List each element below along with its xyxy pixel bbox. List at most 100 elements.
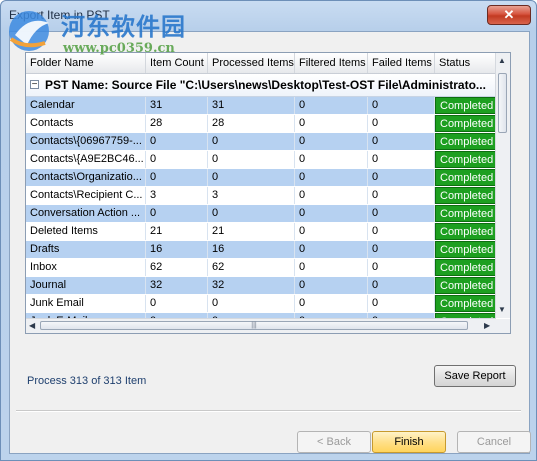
- cell-folder-name: Calendar: [26, 97, 146, 114]
- cell-item-count: 31: [146, 97, 208, 114]
- table-body: Calendar 31 31 0 0 Completed Contacts 28 28 0 0 Com…: [26, 97, 496, 331]
- table-row[interactable]: Drafts 16 16 0 0 Completed: [26, 241, 496, 259]
- wizard-footer: < Back Finish Cancel: [10, 420, 531, 453]
- cell-processed-items: 0: [208, 151, 295, 168]
- progress-status-text: Process 313 of 313 Item: [27, 375, 147, 387]
- cell-status: Completed: [435, 187, 496, 204]
- cell-filtered-items: 0: [295, 259, 368, 276]
- cancel-button[interactable]: Cancel: [457, 431, 531, 453]
- cell-filtered-items: 0: [295, 151, 368, 168]
- cell-folder-name: Junk Email: [26, 295, 146, 312]
- cell-filtered-items: 0: [295, 205, 368, 222]
- table-row[interactable]: Conversation Action ... 0 0 0 0 Completed: [26, 205, 496, 223]
- cell-failed-items: 0: [368, 277, 435, 294]
- cell-item-count: 32: [146, 277, 208, 294]
- watermark-logo-icon: [9, 11, 49, 51]
- cell-filtered-items: 0: [295, 241, 368, 258]
- table-row[interactable]: Junk Email 0 0 0 0 Completed: [26, 295, 496, 313]
- cell-status: Completed: [435, 151, 496, 168]
- cell-status: Completed: [435, 277, 496, 294]
- folder-grid: Folder Name Item Count Processed Items F…: [25, 52, 511, 334]
- dialog-client-area: Folder Name Item Count Processed Items F…: [9, 31, 531, 454]
- cell-item-count: 0: [146, 151, 208, 168]
- cell-filtered-items: 0: [295, 277, 368, 294]
- cell-item-count: 0: [146, 169, 208, 186]
- separator: [16, 410, 521, 412]
- cell-processed-items: 21: [208, 223, 295, 240]
- cell-folder-name: Conversation Action ...: [26, 205, 146, 222]
- cell-status: Completed: [435, 115, 496, 132]
- cell-filtered-items: 0: [295, 295, 368, 312]
- cell-processed-items: 16: [208, 241, 295, 258]
- cell-failed-items: 0: [368, 97, 435, 114]
- table-row[interactable]: Calendar 31 31 0 0 Completed: [26, 97, 496, 115]
- cell-item-count: 0: [146, 295, 208, 312]
- cell-folder-name: Contacts\Recipient C...: [26, 187, 146, 204]
- cell-failed-items: 0: [368, 169, 435, 186]
- table-row[interactable]: Contacts\{06967759-... 0 0 0 0 Completed: [26, 133, 496, 151]
- cell-status: Completed: [435, 169, 496, 186]
- column-header-filtered-items[interactable]: Filtered Items: [295, 53, 368, 73]
- horizontal-scrollbar[interactable]: ◀ ||| ▶: [26, 318, 496, 333]
- save-report-button[interactable]: Save Report: [434, 365, 516, 387]
- cell-failed-items: 0: [368, 205, 435, 222]
- table-row[interactable]: Inbox 62 62 0 0 Completed: [26, 259, 496, 277]
- cell-filtered-items: 0: [295, 115, 368, 132]
- cell-filtered-items: 0: [295, 223, 368, 240]
- column-header-status[interactable]: Status: [435, 53, 496, 73]
- cell-filtered-items: 0: [295, 187, 368, 204]
- cell-folder-name: Contacts\{A9E2BC46...: [26, 151, 146, 168]
- finish-button[interactable]: Finish: [372, 431, 446, 453]
- cell-folder-name: Journal: [26, 277, 146, 294]
- table-row[interactable]: Journal 32 32 0 0 Completed: [26, 277, 496, 295]
- cell-failed-items: 0: [368, 187, 435, 204]
- cell-filtered-items: 0: [295, 169, 368, 186]
- cell-folder-name: Deleted Items: [26, 223, 146, 240]
- column-header-failed-items[interactable]: Failed Items: [368, 53, 435, 73]
- scroll-right-icon[interactable]: ▶: [484, 321, 490, 330]
- cell-status: Completed: [435, 133, 496, 150]
- cell-failed-items: 0: [368, 133, 435, 150]
- table-row[interactable]: Contacts 28 28 0 0 Completed: [26, 115, 496, 133]
- cell-processed-items: 0: [208, 169, 295, 186]
- cell-item-count: 62: [146, 259, 208, 276]
- cell-processed-items: 32: [208, 277, 295, 294]
- table-row[interactable]: Contacts\Recipient C... 3 3 0 0 Completed: [26, 187, 496, 205]
- cell-item-count: 16: [146, 241, 208, 258]
- scroll-down-icon[interactable]: ▼: [498, 305, 506, 314]
- scroll-corner: [496, 319, 510, 333]
- cell-failed-items: 0: [368, 241, 435, 258]
- table-row[interactable]: Deleted Items 21 21 0 0 Completed: [26, 223, 496, 241]
- cell-folder-name: Contacts\{06967759-...: [26, 133, 146, 150]
- group-row[interactable]: − PST Name: Source File "C:\Users\news\D…: [26, 74, 496, 97]
- cell-folder-name: Contacts\Organizatio...: [26, 169, 146, 186]
- cell-item-count: 0: [146, 133, 208, 150]
- vertical-scroll-thumb[interactable]: [498, 73, 507, 133]
- cell-processed-items: 0: [208, 205, 295, 222]
- cell-failed-items: 0: [368, 115, 435, 132]
- cell-folder-name: Contacts: [26, 115, 146, 132]
- scroll-left-icon[interactable]: ◀: [29, 321, 35, 330]
- collapse-toggle-icon[interactable]: −: [30, 80, 39, 90]
- cell-processed-items: 62: [208, 259, 295, 276]
- cell-failed-items: 0: [368, 151, 435, 168]
- cell-item-count: 0: [146, 205, 208, 222]
- cell-folder-name: Drafts: [26, 241, 146, 258]
- close-button[interactable]: ✕: [487, 5, 531, 25]
- watermark-title: 河东软件园: [61, 13, 186, 41]
- cell-status: Completed: [435, 97, 496, 114]
- back-button[interactable]: < Back: [297, 431, 371, 453]
- cell-filtered-items: 0: [295, 133, 368, 150]
- table-row[interactable]: Contacts\{A9E2BC46... 0 0 0 0 Completed: [26, 151, 496, 169]
- cell-item-count: 21: [146, 223, 208, 240]
- cell-processed-items: 3: [208, 187, 295, 204]
- vertical-scrollbar[interactable]: ▲ ▼: [495, 53, 510, 318]
- cell-failed-items: 0: [368, 223, 435, 240]
- horizontal-scroll-thumb[interactable]: |||: [40, 321, 468, 330]
- cell-failed-items: 0: [368, 295, 435, 312]
- table-row[interactable]: Contacts\Organizatio... 0 0 0 0 Completed: [26, 169, 496, 187]
- column-header-item-count[interactable]: Item Count: [146, 53, 208, 73]
- cell-status: Completed: [435, 295, 496, 312]
- scroll-up-icon[interactable]: ▲: [498, 56, 506, 65]
- column-header-processed-items[interactable]: Processed Items: [208, 53, 295, 73]
